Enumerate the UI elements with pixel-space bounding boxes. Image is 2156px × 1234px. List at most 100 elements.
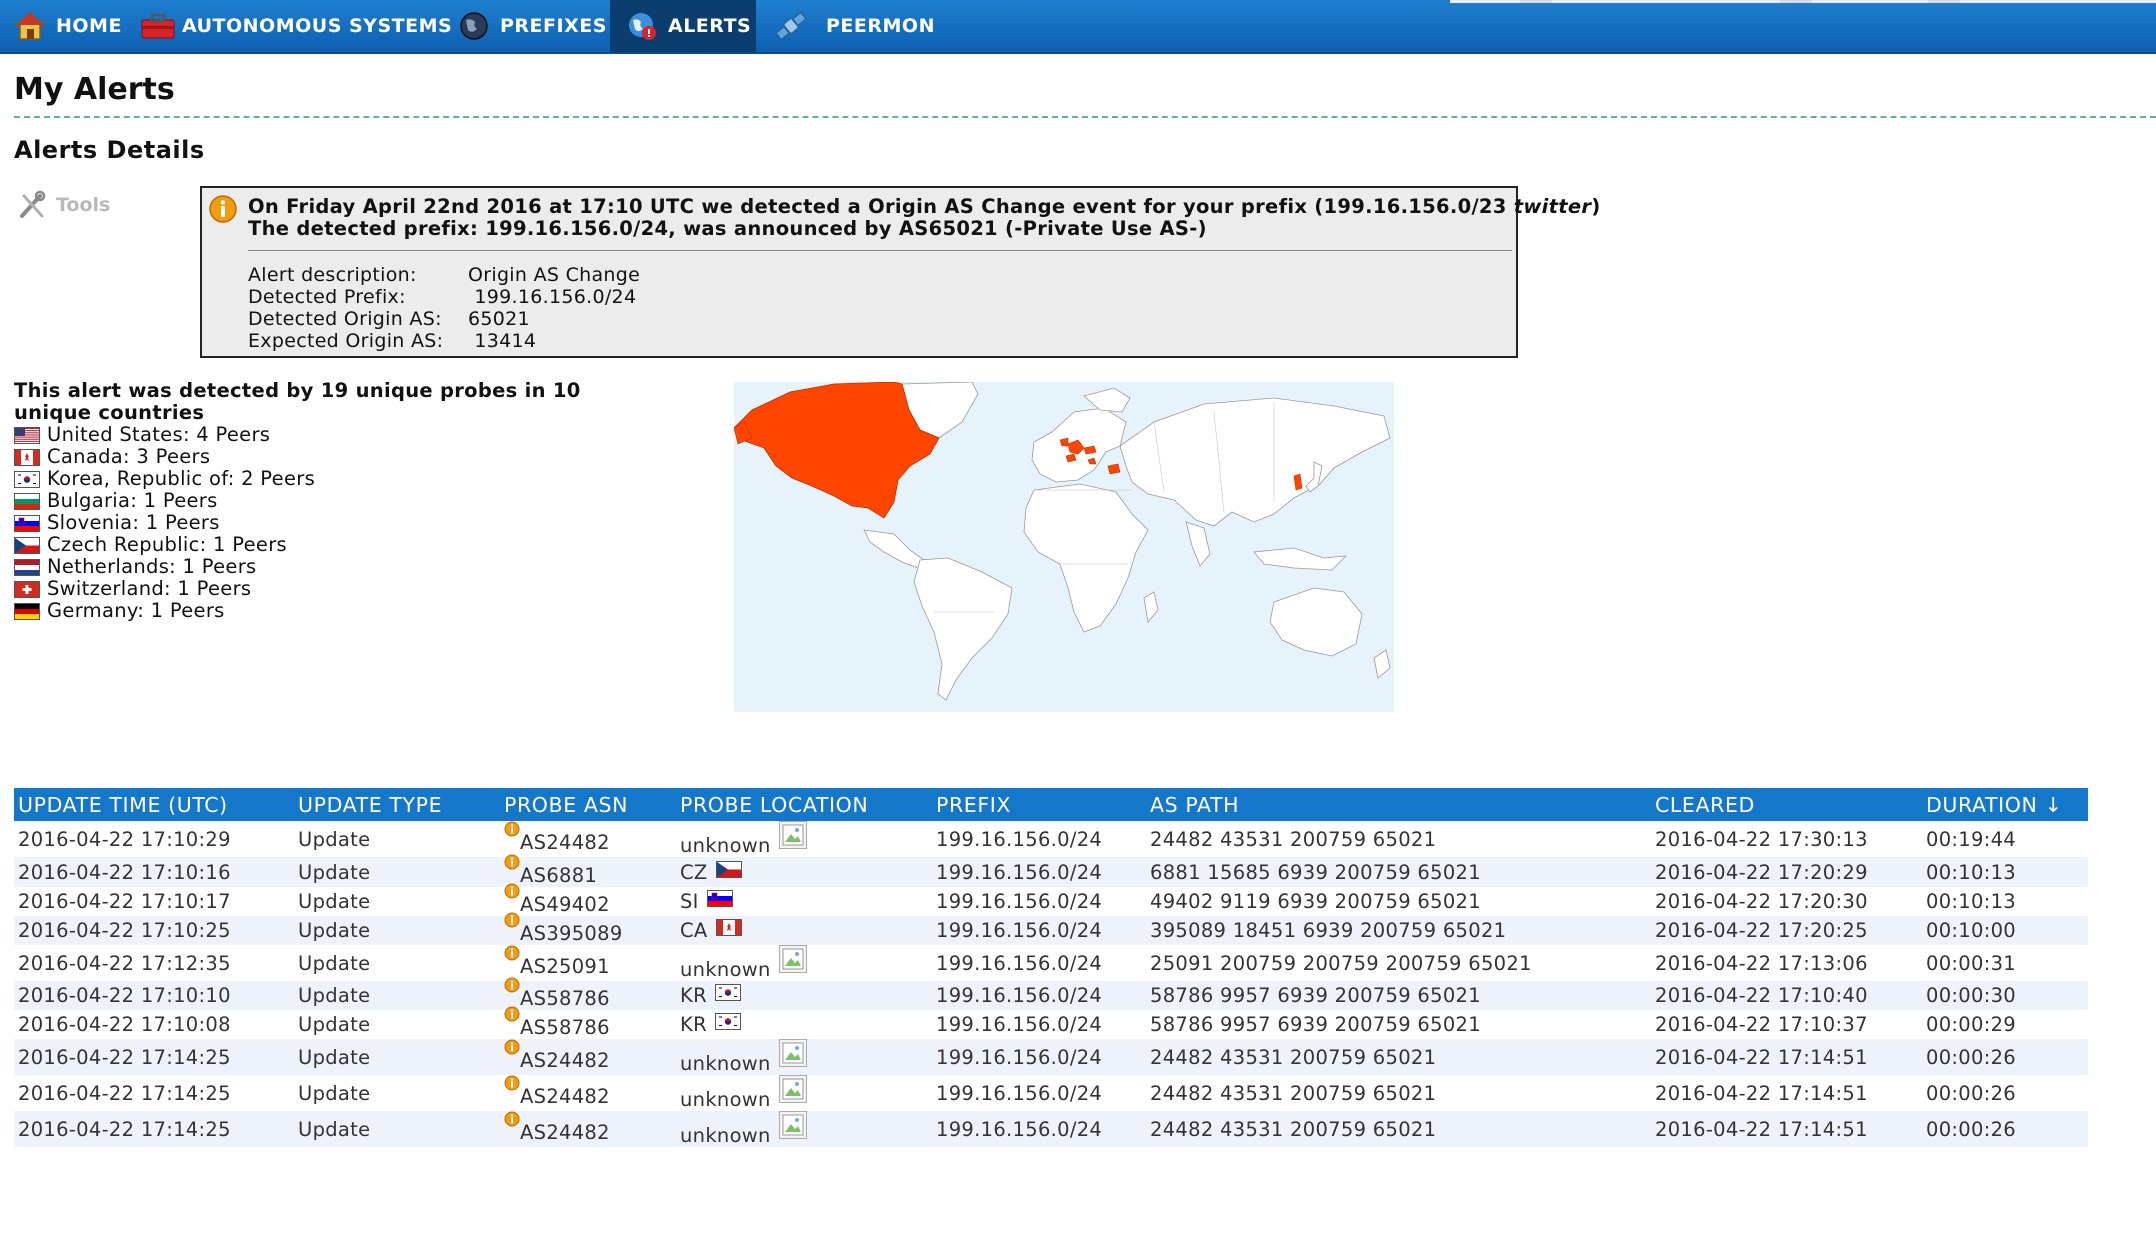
- table-row[interactable]: 2016-04-22 17:10:29 Update AS24482 unknown 1…: [14, 821, 2088, 857]
- nav-item-autonomous-systems[interactable]: AUTONOMOUS SYSTEMS: [140, 0, 452, 52]
- cell-prefix: 199.16.156.0/24: [932, 981, 1146, 1010]
- country-label: United States: 4 Peers: [47, 423, 271, 446]
- cell-update-type: Update: [294, 1075, 500, 1111]
- probe-asn-link[interactable]: AS49402: [520, 893, 610, 916]
- probe-location-code: CA: [680, 919, 708, 942]
- cell-update-type: Update: [294, 887, 500, 916]
- cell-prefix: 199.16.156.0/24: [932, 821, 1146, 857]
- probe-location-code: KR: [680, 1013, 707, 1036]
- cell-probe-asn: AS58786: [500, 977, 676, 1010]
- probe-asn-link[interactable]: AS24482: [520, 1121, 610, 1144]
- probe-asn-link[interactable]: AS58786: [520, 1016, 610, 1039]
- cell-probe-asn: AS6881: [500, 854, 676, 887]
- probe-location-code: unknown: [680, 1052, 771, 1075]
- cell-duration: 00:10:00: [1922, 916, 2088, 945]
- flag-icon-ca: [715, 919, 742, 936]
- table-row[interactable]: 2016-04-22 17:10:10 Update AS58786 KR 199.16…: [14, 977, 2088, 1010]
- cell-update-time: 2016-04-22 17:10:08: [14, 1010, 294, 1039]
- alert-headline-close: ): [1591, 195, 1601, 218]
- nav-strip-tick: [1780, 0, 1812, 3]
- cell-update-time: 2016-04-22 17:14:25: [14, 1075, 294, 1111]
- world-map: [733, 381, 1394, 712]
- alert-headline-owner: twitter: [1513, 195, 1592, 218]
- cell-probe-asn: AS24482: [500, 1039, 676, 1075]
- nav-item-peermon[interactable]: PEERMON: [774, 0, 935, 52]
- alert-detail-row: Expected Origin AS: 13414: [248, 330, 640, 352]
- column-header-update-type[interactable]: UPDATE TYPE: [294, 788, 500, 821]
- cell-probe-location: unknown: [676, 1111, 932, 1147]
- table-header-row: UPDATE TIME (UTC) UPDATE TYPE PROBE ASN …: [14, 788, 2088, 821]
- column-header-update-time[interactable]: UPDATE TIME (UTC): [14, 788, 294, 821]
- cell-prefix: 199.16.156.0/24: [932, 1075, 1146, 1111]
- cell-update-type: Update: [294, 1111, 500, 1147]
- info-icon: [504, 1075, 520, 1090]
- cell-update-type: Update: [294, 981, 500, 1010]
- column-header-probe-location[interactable]: PROBE LOCATION: [676, 788, 932, 821]
- cell-as-path: 24482 43531 200759 65021: [1146, 1075, 1651, 1111]
- cell-cleared: 2016-04-22 17:20:30: [1651, 887, 1922, 916]
- country-item: Korea, Republic of: 2 Peers: [14, 468, 654, 490]
- probe-location-code: CZ: [680, 860, 708, 884]
- nav-strip-tick: [1520, 0, 1552, 3]
- cell-update-time: 2016-04-22 17:14:25: [14, 1111, 294, 1147]
- country-item: United States: 4 Peers: [14, 424, 654, 446]
- probe-asn-link[interactable]: AS24482: [520, 1085, 610, 1108]
- column-header-duration[interactable]: DURATION ↓: [1922, 788, 2088, 821]
- column-header-cleared[interactable]: CLEARED: [1651, 788, 1922, 821]
- column-header-probe-asn[interactable]: PROBE ASN: [500, 788, 676, 821]
- table-row[interactable]: 2016-04-22 17:14:25 Update AS24482 unknown 1…: [14, 1039, 2088, 1075]
- probe-asn-link[interactable]: AS25091: [520, 955, 610, 978]
- cell-update-type: Update: [294, 1010, 500, 1039]
- country-item: Czech Republic: 1 Peers: [14, 534, 654, 556]
- country-item: Slovenia: 1 Peers: [14, 512, 654, 534]
- cell-probe-location: unknown: [676, 1075, 932, 1111]
- table-row[interactable]: 2016-04-22 17:10:16 Update AS6881 CZ 199.16.…: [14, 854, 2088, 887]
- broken-image-icon: [778, 1111, 807, 1139]
- cell-prefix: 199.16.156.0/24: [932, 887, 1146, 916]
- nav-item-label: AUTONOMOUS SYSTEMS: [182, 15, 453, 37]
- table-row[interactable]: 2016-04-22 17:14:25 Update AS24482 unknown 1…: [14, 1111, 2088, 1147]
- alert-detail-value: 13414: [468, 330, 537, 352]
- flag-icon-ch: [14, 580, 40, 598]
- cell-as-path: 24482 43531 200759 65021: [1146, 1039, 1651, 1075]
- cell-update-type: Update: [294, 945, 500, 981]
- events-table: UPDATE TIME (UTC) UPDATE TYPE PROBE ASN …: [14, 788, 2088, 1147]
- probe-asn-link[interactable]: AS24482: [520, 831, 610, 854]
- probe-location-code: unknown: [680, 958, 771, 981]
- probe-asn-link[interactable]: AS395089: [520, 922, 623, 945]
- cell-as-path: 25091 200759 200759 200759 65021: [1146, 945, 1651, 981]
- broken-image-icon: [778, 821, 807, 849]
- flag-icon-cz: [14, 536, 40, 554]
- nav-item-prefixes[interactable]: PREFIXES: [458, 0, 607, 52]
- table-row[interactable]: 2016-04-22 17:10:17 Update AS49402 SI 199.16…: [14, 883, 2088, 916]
- cell-as-path: 58786 9957 6939 200759 65021: [1146, 1010, 1651, 1039]
- cell-update-time: 2016-04-22 17:10:29: [14, 821, 294, 857]
- probe-asn-link[interactable]: AS6881: [520, 864, 597, 887]
- info-icon: [504, 945, 520, 960]
- country-label: Netherlands: 1 Peers: [47, 555, 257, 578]
- alert-detail-value: Origin AS Change: [468, 264, 641, 286]
- cell-probe-asn: AS24482: [500, 821, 676, 857]
- table-row[interactable]: 2016-04-22 17:12:35 Update AS25091 unknown 1…: [14, 945, 2088, 981]
- info-icon: [504, 912, 520, 928]
- table-row[interactable]: 2016-04-22 17:14:25 Update AS24482 unknown 1…: [14, 1075, 2088, 1111]
- probe-asn-link[interactable]: AS24482: [520, 1049, 610, 1072]
- top-nav-bar: HOME AUTONOMOUS SYSTEMS PREFIXES ALERTS …: [0, 0, 2156, 54]
- info-icon: [209, 195, 237, 223]
- probe-asn-link[interactable]: AS58786: [520, 987, 610, 1010]
- country-list: United States: 4 Peers Canada: 3 Peers Kor…: [14, 424, 654, 622]
- cell-probe-location: unknown: [676, 1039, 932, 1075]
- column-header-prefix[interactable]: PREFIX: [932, 788, 1146, 821]
- flag-icon-kr: [14, 470, 40, 488]
- title-divider: [14, 116, 2156, 118]
- flag-icon-si: [14, 514, 40, 532]
- tools-link[interactable]: Tools: [18, 190, 110, 220]
- column-header-as-path[interactable]: AS PATH: [1146, 788, 1651, 821]
- info-icon: [504, 1006, 520, 1022]
- table-row[interactable]: 2016-04-22 17:10:08 Update AS58786 KR 199.16…: [14, 1006, 2088, 1039]
- nav-item-alerts[interactable]: ALERTS: [610, 0, 756, 52]
- probe-location-code: unknown: [680, 834, 771, 857]
- nav-item-home[interactable]: HOME: [13, 0, 122, 52]
- table-row[interactable]: 2016-04-22 17:10:25 Update AS395089 CA 199.1…: [14, 912, 2088, 945]
- cell-duration: 00:00:29: [1922, 1010, 2088, 1039]
